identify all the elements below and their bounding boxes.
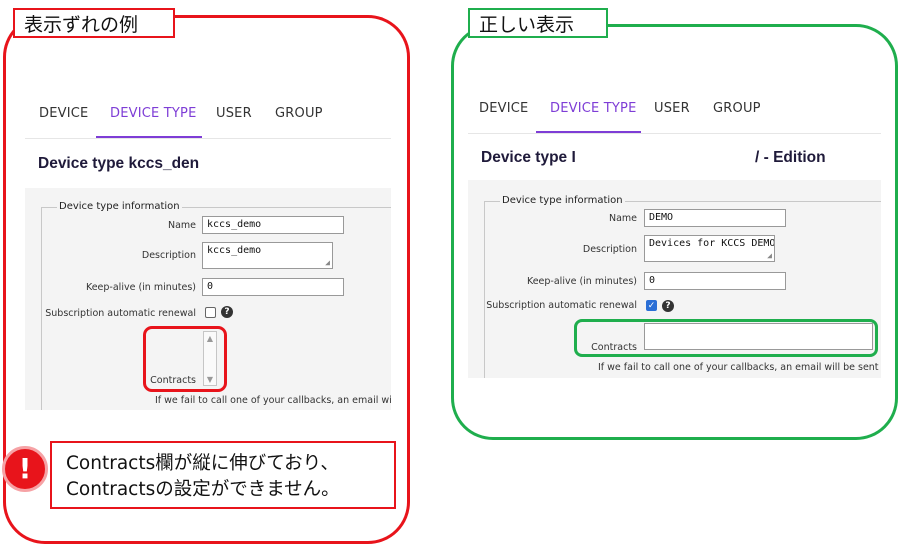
name-label: Name <box>608 213 637 224</box>
help-icon[interactable]: ? <box>221 306 233 318</box>
renewal-checkbox[interactable] <box>205 307 216 318</box>
tab-group[interactable]: GROUP <box>275 88 323 138</box>
help-icon[interactable]: ? <box>662 300 674 312</box>
keepalive-input[interactable]: 0 <box>202 278 344 296</box>
keepalive-label: Keep-alive (in minutes) <box>85 282 196 293</box>
renewal-checkbox[interactable]: ✓ <box>646 300 657 311</box>
tab-bar: DEVICE DEVICE TYPE USER GROUP <box>25 88 391 138</box>
resize-grip-icon: ◢ <box>767 251 772 260</box>
description-textarea[interactable]: Devices for KCCS DEMO ◢ <box>644 235 775 262</box>
tab-user[interactable]: USER <box>654 83 690 133</box>
description-textarea[interactable]: kccs_demo ◢ <box>202 242 333 269</box>
keepalive-label: Keep-alive (in minutes) <box>526 276 637 287</box>
fieldset-legend: Device type information <box>57 201 182 212</box>
exclamation-icon: ! <box>2 446 48 492</box>
callback-note: If we fail to call one of your callbacks… <box>598 362 881 373</box>
tab-user[interactable]: USER <box>216 88 252 138</box>
tab-bar: DEVICE DEVICE TYPE USER GROUP <box>468 83 881 133</box>
correct-contracts-highlight <box>574 319 878 357</box>
description-value: Devices for KCCS DEMO <box>649 238 775 249</box>
description-value: kccs_demo <box>207 245 262 256</box>
fieldset-legend: Device type information <box>500 195 625 206</box>
resize-grip-icon: ◢ <box>325 258 330 267</box>
page-title-end: / - Edition <box>755 149 826 166</box>
name-label: Name <box>167 220 196 231</box>
description-label: Description <box>141 250 196 261</box>
correct-example-caption: 正しい表示 <box>468 8 608 38</box>
page-title-start: Device type I <box>481 149 576 166</box>
tab-device[interactable]: DEVICE <box>39 88 88 138</box>
tab-device[interactable]: DEVICE <box>479 83 528 133</box>
tab-device-type[interactable]: DEVICE TYPE <box>110 88 197 138</box>
renewal-label: Subscription automatic renewal <box>486 300 637 311</box>
tab-device-type[interactable]: DEVICE TYPE <box>550 83 637 133</box>
description-label: Description <box>582 244 637 255</box>
renewal-label: Subscription automatic renewal <box>45 308 196 319</box>
name-input[interactable]: DEMO <box>644 209 786 227</box>
name-input[interactable]: kccs_demo <box>202 216 344 234</box>
keepalive-input[interactable]: 0 <box>644 272 786 290</box>
warning-line-1: Contracts欄が縦に伸びており、 <box>66 453 339 474</box>
broken-contracts-highlight <box>143 326 227 392</box>
tabs-divider <box>468 133 881 134</box>
warning-line-2: Contractsの設定ができません。 <box>66 479 340 500</box>
tabs-divider <box>25 138 391 139</box>
warning-callout: Contracts欄が縦に伸びており、 Contractsの設定ができません。 <box>50 441 396 509</box>
callback-note: If we fail to call one of your callbacks… <box>155 395 391 406</box>
wrong-example-caption: 表示ずれの例 <box>13 8 175 38</box>
tab-group[interactable]: GROUP <box>713 83 761 133</box>
page-title: Device type kccs_den <box>38 155 200 172</box>
